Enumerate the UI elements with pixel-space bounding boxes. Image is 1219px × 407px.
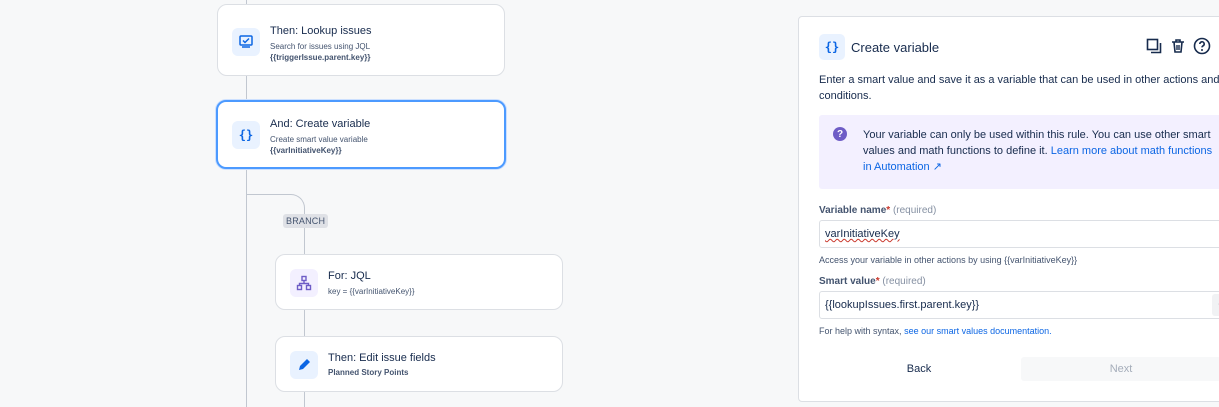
create-variable-panel: {} Create variable Enter a smart value a…: [798, 16, 1219, 402]
panel-description: Enter a smart value and save it as a var…: [819, 74, 1219, 102]
smart-values-doc-link[interactable]: see our smart values documentation.: [904, 326, 1052, 336]
connector-line: [304, 391, 305, 407]
label-text: Variable name: [819, 205, 887, 216]
rule-node-create-variable[interactable]: {} And: Create variable Create smart val…: [216, 100, 506, 169]
next-button[interactable]: Next: [1021, 357, 1219, 381]
label-text: Smart value: [819, 276, 876, 287]
help-icon[interactable]: [1193, 37, 1211, 55]
trash-icon[interactable]: [1169, 37, 1187, 55]
smart-value-helper: For help with syntax, see our smart valu…: [819, 326, 1052, 336]
required-star: *: [886, 205, 891, 216]
lookup-issues-icon: [232, 28, 260, 56]
node-detail: {{varInitiativeKey}}: [270, 146, 342, 155]
branch-hierarchy-icon: [290, 269, 318, 297]
rule-node-edit-issue-fields[interactable]: Then: Edit issue fields Planned Story Po…: [275, 336, 563, 392]
node-title: Then: Edit issue fields: [328, 352, 436, 364]
node-detail: Planned Story Points: [328, 368, 409, 377]
node-subtitle: Create smart value variable: [270, 135, 368, 144]
node-detail: {{triggerIssue.parent.key}}: [270, 53, 371, 62]
curly-braces-icon: {}: [232, 121, 260, 149]
pencil-icon: [290, 351, 318, 379]
curly-braces-icon: {}: [819, 34, 845, 60]
panel-title: Create variable: [851, 40, 940, 55]
node-title: Then: Lookup issues: [270, 25, 372, 37]
required-hint: (required): [892, 205, 937, 216]
question-icon: ?: [833, 127, 847, 141]
required-star: *: [875, 276, 880, 287]
rule-node-lookup-issues[interactable]: Then: Lookup issues Search for issues us…: [217, 4, 505, 76]
connector-line: [304, 309, 305, 336]
info-message: ? Your variable can only be used within …: [819, 115, 1219, 189]
smart-value-value: {{lookupIssues.first.parent.key}}: [825, 299, 980, 311]
smart-value-label: Smart value* (required): [819, 276, 926, 287]
back-button[interactable]: Back: [889, 357, 949, 381]
rule-node-for-jql[interactable]: For: JQL key = {{varInitiativeKey}}: [275, 254, 563, 310]
variable-name-value: varInitiativeKey: [825, 228, 900, 240]
variable-name-helper: Access your variable in other actions by…: [819, 255, 1078, 265]
node-title: And: Create variable: [270, 118, 371, 130]
variable-name-field[interactable]: varInitiativeKey: [819, 220, 1219, 248]
variable-name-label: Variable name* (required): [819, 205, 936, 216]
panel-toolbar: [1145, 37, 1211, 55]
smart-value-insert-button[interactable]: {}: [1212, 294, 1219, 316]
node-title: For: JQL: [328, 270, 371, 282]
info-text: Your variable can only be used within th…: [863, 127, 1213, 175]
node-subtitle: Search for issues using JQL: [270, 42, 371, 51]
branch-badge: BRANCH: [283, 214, 329, 228]
helper-prefix: For help with syntax,: [819, 326, 902, 336]
smart-value-field[interactable]: {{lookupIssues.first.parent.key}} {}: [819, 291, 1219, 319]
node-subtitle: key = {{varInitiativeKey}}: [328, 287, 415, 296]
duplicate-icon[interactable]: [1145, 37, 1163, 55]
required-hint: (required): [882, 276, 926, 287]
